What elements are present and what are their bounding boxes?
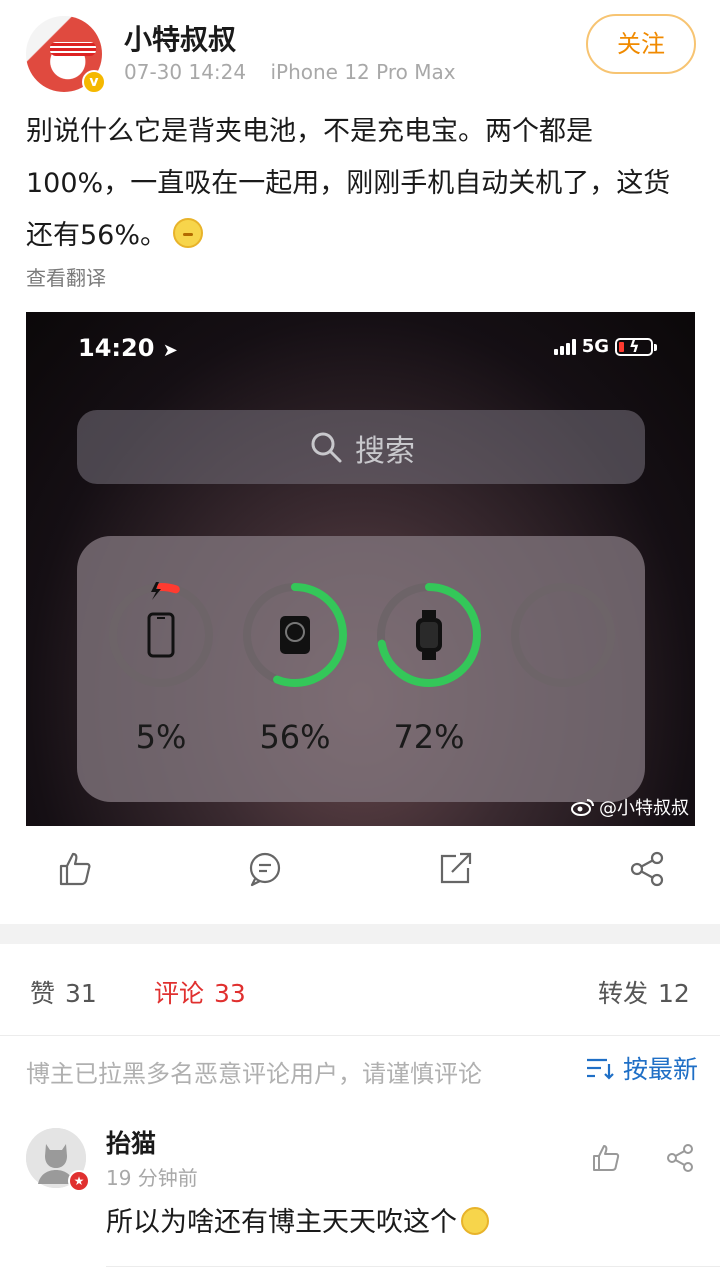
battery-ring-watch xyxy=(374,580,484,690)
author-avatar[interactable]: v xyxy=(26,16,106,94)
comment-time: 19 分钟前 xyxy=(106,1166,198,1190)
commenter-name[interactable]: 抬猫 xyxy=(106,1124,156,1160)
author-name[interactable]: 小特叔叔 xyxy=(124,18,236,58)
search-box[interactable]: 搜索 xyxy=(77,410,645,484)
ring-graphic xyxy=(511,583,615,687)
sort-button[interactable]: 按最新 xyxy=(585,1050,698,1086)
watch-icon xyxy=(416,610,442,660)
battery-percent-watch: 72% xyxy=(393,718,465,756)
comment-share-button[interactable] xyxy=(664,1142,696,1174)
like-button[interactable] xyxy=(56,850,106,900)
repost-icon xyxy=(440,852,472,884)
comment-divider xyxy=(106,1266,720,1267)
sort-icon xyxy=(586,1058,614,1080)
likes-tab[interactable]: 赞 31 xyxy=(30,974,97,1010)
repost-button[interactable] xyxy=(436,850,486,900)
thumbs-up-icon xyxy=(593,1145,620,1171)
comment-icon xyxy=(249,852,281,887)
status-time: 14:20 ➤ xyxy=(78,334,178,362)
post-device: iPhone 12 Pro Max xyxy=(270,60,456,84)
location-arrow-icon: ➤ xyxy=(162,340,178,361)
comment-like-button[interactable] xyxy=(590,1142,622,1174)
share-icon xyxy=(630,851,664,887)
comment-item: ★ 抬猫 19 分钟前 所以为啥还有博主天天吹这个 xyxy=(0,1120,720,1269)
network-label: 5G xyxy=(581,336,609,357)
battery-ring-magsafe xyxy=(240,580,350,690)
magsafe-battery-icon xyxy=(280,616,310,654)
translate-link[interactable]: 查看翻译 xyxy=(26,262,106,291)
member-star-icon: ★ xyxy=(68,1170,90,1192)
signal-icon xyxy=(553,338,576,355)
battery-ring-empty xyxy=(508,580,618,690)
commenter-avatar[interactable]: ★ xyxy=(26,1128,90,1192)
comments-notice-row: 博主已拉黑多名恶意评论用户，请谨慎评论 按最新 xyxy=(0,1036,720,1108)
avatar-glasses-graphic xyxy=(50,42,96,56)
share-icon xyxy=(667,1144,693,1172)
stats-row: 赞 31 评论 33 转发 12 xyxy=(0,944,720,1036)
post-meta: 07-30 14:24 iPhone 12 Pro Max xyxy=(124,60,456,84)
comment-notice: 博主已拉黑多名恶意评论用户，请谨慎评论 xyxy=(26,1060,482,1088)
emoji-icon xyxy=(461,1207,489,1235)
battery-ring-iphone xyxy=(106,580,216,690)
battery-widget: 5% 56% 72% xyxy=(77,536,645,802)
post-date: 07-30 14:24 xyxy=(124,60,247,84)
action-bar xyxy=(0,840,720,910)
likes-count: 31 xyxy=(65,979,97,1008)
emoji-icon xyxy=(173,218,204,248)
battery-percent-iphone: 5% xyxy=(135,718,187,756)
post-image[interactable]: 14:20 ➤ 5G ϟ 搜索 5% 56% 72% @小特叔叔 xyxy=(26,312,695,826)
post-text: 别说什么它是背夹电池，不是充电宝。两个都是100%，一直吸在一起用，刚刚手机自动… xyxy=(26,106,686,262)
reposts-count: 12 xyxy=(658,979,690,1008)
status-bar-right: 5G ϟ xyxy=(553,336,657,357)
battery-icon: ϟ xyxy=(615,337,657,356)
comment-button[interactable] xyxy=(246,850,296,900)
weibo-logo-icon xyxy=(571,799,594,816)
iphone-icon xyxy=(147,582,175,658)
post-header: v 小特叔叔 07-30 14:24 iPhone 12 Pro Max 关注 xyxy=(26,12,696,94)
comments-tab[interactable]: 评论 33 xyxy=(154,974,246,1010)
search-placeholder: 搜索 xyxy=(355,434,415,469)
weibo-watermark: @小特叔叔 xyxy=(571,794,689,820)
verified-badge-icon: v xyxy=(82,70,106,94)
battery-percent-magsafe: 56% xyxy=(259,718,331,756)
comments-count: 33 xyxy=(214,979,246,1008)
post-body: 别说什么它是背夹电池，不是充电宝。两个都是100%，一直吸在一起用，刚刚手机自动… xyxy=(26,116,671,251)
comment-text: 所以为啥还有博主天天吹这个 xyxy=(106,1200,489,1239)
share-button[interactable] xyxy=(628,850,678,900)
follow-button[interactable]: 关注 xyxy=(586,14,696,74)
section-divider xyxy=(0,924,720,944)
thumbs-up-icon xyxy=(59,852,91,886)
search-icon xyxy=(309,430,343,464)
reposts-tab[interactable]: 转发 12 xyxy=(598,974,690,1010)
